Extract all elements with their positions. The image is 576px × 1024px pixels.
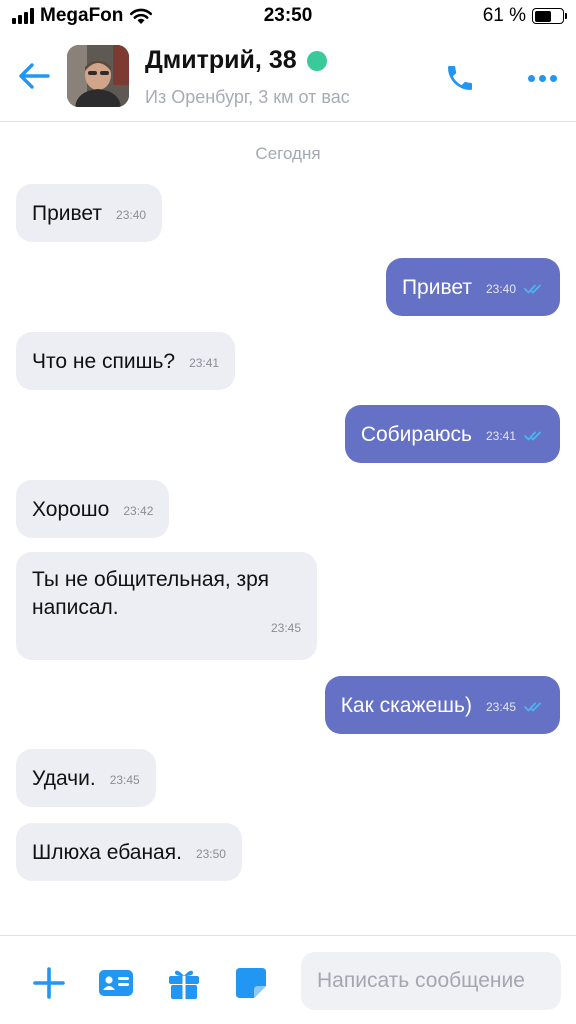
plus-icon	[33, 967, 65, 999]
sticker-icon	[236, 968, 266, 998]
message-outgoing[interactable]: Как скажешь) 23:45	[324, 676, 560, 734]
message-text: Как скажешь)	[340, 694, 472, 717]
message-text: Шлюха ебаная.	[32, 841, 182, 864]
message-incoming[interactable]: Что не спишь? 23:41	[16, 332, 236, 390]
message-incoming[interactable]: Привет 23:40	[16, 184, 163, 242]
message-text: Удачи.	[32, 767, 96, 790]
double-check-icon	[524, 702, 541, 712]
message-time: 23:40	[116, 208, 147, 222]
more-dot-icon	[527, 74, 535, 82]
double-check-icon	[524, 431, 541, 441]
message-time: 23:42	[123, 504, 154, 518]
chat-header: Дмитрий, 38 Из Оренбург, 3 км от вас	[0, 34, 576, 122]
back-button[interactable]	[14, 56, 54, 96]
message-time: 23:45	[270, 621, 301, 635]
status-right: 61 %	[482, 5, 567, 27]
online-status-dot	[306, 50, 327, 71]
message-outgoing[interactable]: Собираюсь 23:41	[344, 405, 560, 463]
message-time: 23:45	[109, 773, 140, 787]
contact-card-button[interactable]	[99, 966, 133, 1000]
status-bar: MegaFon 23:50 61 %	[0, 0, 576, 34]
contact-location: Из Оренбург, 3 км от вас	[145, 87, 350, 107]
more-dot-icon	[538, 74, 546, 82]
back-arrow-icon	[19, 63, 50, 89]
gift-button[interactable]	[167, 966, 201, 1000]
battery-fill	[534, 10, 551, 22]
contact-name-line: Дмитрий, 38	[145, 46, 327, 75]
message-incoming[interactable]: Удачи. 23:45	[16, 749, 156, 807]
gift-icon	[169, 970, 199, 999]
message-text: Что не спишь?	[32, 350, 176, 373]
avatar[interactable]	[67, 45, 129, 107]
sticker-button[interactable]	[234, 966, 268, 1000]
message-input[interactable]	[301, 952, 561, 1010]
message-time: 23:50	[195, 847, 226, 861]
contact-name: Дмитрий, 38	[145, 46, 297, 74]
message-text: Собираюсь	[360, 423, 472, 446]
composer-bar	[0, 935, 576, 1024]
call-button[interactable]	[440, 58, 480, 98]
attach-button[interactable]	[32, 966, 66, 1000]
avatar-image	[67, 45, 129, 107]
contact-card-icon	[99, 970, 133, 996]
message-time: 23:40	[485, 282, 516, 296]
message-time: 23:45	[485, 700, 516, 714]
message-incoming[interactable]: Шлюха ебаная. 23:50	[16, 823, 242, 881]
message-outgoing[interactable]: Привет 23:40	[385, 258, 560, 316]
battery-percent: 61 %	[482, 5, 526, 26]
message-text-line: Ты не общительная, зря	[32, 568, 269, 591]
message-incoming[interactable]: Хорошо 23:42	[16, 480, 170, 538]
message-text: Привет	[32, 202, 103, 225]
message-text: Хорошо	[32, 498, 110, 521]
message-incoming[interactable]: Ты не общительная, зря написал. 23:45	[16, 552, 317, 660]
message-text-line: написал.	[32, 596, 119, 619]
date-divider: Сегодня	[255, 144, 321, 163]
more-dot-icon	[549, 74, 557, 82]
battery-icon	[532, 8, 567, 24]
message-text: Привет	[401, 276, 472, 299]
phone-icon	[448, 66, 472, 90]
double-check-icon	[524, 284, 541, 294]
message-time: 23:41	[485, 429, 516, 443]
more-options-button[interactable]	[520, 58, 564, 98]
message-time: 23:41	[189, 356, 220, 370]
